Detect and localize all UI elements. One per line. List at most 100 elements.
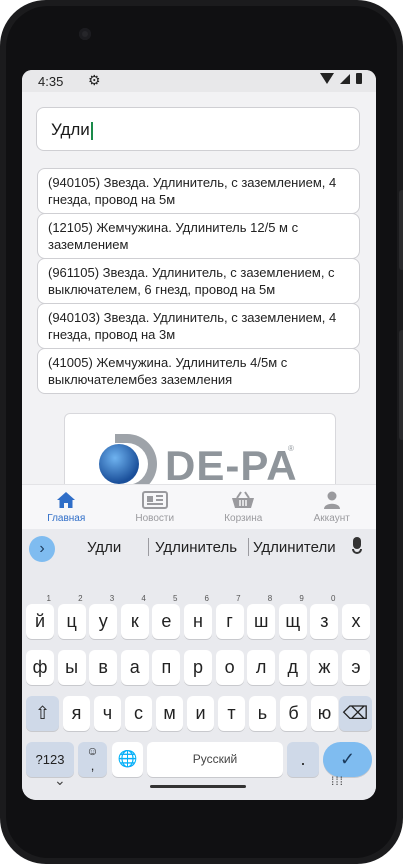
key-label: щ	[285, 611, 301, 631]
key-label: ч	[102, 703, 113, 723]
key-row2-3[interactable]: а	[120, 650, 149, 685]
key-number-hint: 6	[204, 594, 209, 603]
suggestion-item[interactable]: (12105) Жемчужина. Удлинитель 12/5 м с з…	[37, 213, 360, 259]
key-row2-9[interactable]: ж	[310, 650, 339, 685]
nav-home[interactable]: Главная	[22, 485, 111, 529]
key-label: а	[129, 657, 140, 677]
key-label: е	[161, 611, 172, 631]
key-label: с	[134, 703, 143, 723]
home-gesture-bar[interactable]	[150, 785, 246, 788]
globe-icon	[99, 444, 139, 484]
nav-cart[interactable]: Корзина	[199, 485, 288, 529]
battery-icon	[356, 73, 362, 84]
key-row1-1[interactable]: ц2	[57, 594, 86, 639]
keyboard-switch-icon[interactable]: ⁞⁞⁞	[331, 774, 344, 788]
nav-news[interactable]: Новости	[111, 485, 200, 529]
key-row2-1[interactable]: ы	[57, 650, 86, 685]
key-row2-0[interactable]: ф	[26, 650, 54, 685]
keyboard-suggestion-strip: › Удли Удлинитель Удлинители	[22, 529, 376, 567]
keyboard-expand-icon[interactable]: ›	[29, 536, 55, 562]
phone-frame: 4:35 ⚙ Удли (940105) Звезда. Удлинитель,…	[0, 0, 403, 864]
home-icon	[57, 492, 76, 508]
key-row3-2[interactable]: с	[125, 696, 152, 731]
key-number-hint: 4	[141, 594, 146, 603]
key-label: ф	[32, 657, 48, 677]
key-label: з	[320, 611, 329, 631]
key-row1-3[interactable]: к4	[120, 594, 149, 639]
key-label: в	[98, 657, 108, 677]
user-icon	[323, 491, 340, 509]
key-row3-5[interactable]: т	[218, 696, 245, 731]
status-bar: 4:35 ⚙	[22, 70, 376, 92]
brand-logo-text: DE-PA	[165, 442, 298, 489]
key-row3-6[interactable]: ь	[249, 696, 276, 731]
key-row2-6[interactable]: о	[215, 650, 244, 685]
key-label: б	[288, 703, 299, 723]
suggestion-item[interactable]: (961105) Звезда. Удлинитель, с заземлени…	[37, 258, 360, 304]
key-row1-10[interactable]: х	[342, 604, 370, 639]
key-row3-4[interactable]: и	[187, 696, 214, 731]
key-label: о	[224, 657, 235, 677]
microphone-icon[interactable]	[353, 537, 361, 549]
key-row2-5[interactable]: р	[184, 650, 212, 685]
key-row3-8[interactable]: ю	[311, 696, 338, 731]
settings-gear-icon: ⚙	[88, 72, 101, 88]
key-label: я	[71, 703, 82, 723]
key-row3-3[interactable]: м	[156, 696, 183, 731]
key-row3-1[interactable]: ч	[94, 696, 121, 731]
key-label: н	[193, 611, 203, 631]
key-row1-4[interactable]: е5	[152, 594, 181, 639]
suggestion-item[interactable]: (940103) Звезда. Удлинитель, с заземлени…	[37, 303, 360, 349]
key-row1-7[interactable]: ш8	[247, 594, 276, 639]
power-button	[399, 190, 403, 270]
front-camera	[79, 28, 91, 40]
key-row1-9[interactable]: з0	[310, 594, 339, 639]
volume-button	[399, 330, 403, 440]
backspace-key[interactable]: ⌫	[339, 696, 372, 731]
system-navigation-bar: ⌄ ⁞⁞⁞	[22, 766, 376, 800]
suggestion-item[interactable]: (41005) Жемчужина. Удлинитель 4/5м с вык…	[37, 348, 360, 394]
key-row1-0[interactable]: й1	[26, 594, 54, 639]
key-label: д	[287, 657, 299, 677]
key-number-hint: 2	[78, 594, 83, 603]
wifi-icon	[320, 73, 334, 84]
bottom-navigation: Главная Новости Корзина Аккаунт	[22, 484, 376, 529]
shift-key[interactable]: ⇧	[26, 696, 59, 731]
key-row2-10[interactable]: э	[342, 650, 370, 685]
suggestion-item[interactable]: (940105) Звезда. Удлинитель, с заземлени…	[37, 168, 360, 214]
text-caret	[90, 121, 93, 140]
key-label: ь	[257, 703, 268, 723]
key-label: м	[163, 703, 176, 723]
key-row1-6[interactable]: г7	[215, 594, 244, 639]
key-row2-8[interactable]: д	[278, 650, 307, 685]
word-suggestion[interactable]: Удлинитель	[155, 539, 237, 556]
key-label: ы	[65, 657, 79, 677]
key-label: р	[192, 657, 203, 677]
registered-mark: ®	[288, 444, 294, 453]
key-label: п	[161, 657, 172, 677]
search-input[interactable]: Удли	[36, 107, 360, 151]
key-label: ж	[318, 657, 331, 677]
key-label: и	[195, 703, 206, 723]
hide-keyboard-icon[interactable]: ⌄	[54, 772, 66, 789]
key-row3-0[interactable]: я	[63, 696, 90, 731]
nav-account-label: Аккаунт	[313, 513, 350, 524]
key-label: ц	[66, 611, 77, 631]
key-row1-8[interactable]: щ9	[278, 594, 307, 639]
word-suggestion[interactable]: Удлинители	[253, 539, 336, 556]
nav-account[interactable]: Аккаунт	[288, 485, 377, 529]
key-row2-4[interactable]: п	[152, 650, 181, 685]
key-label: у	[98, 611, 108, 631]
key-number-hint: 8	[267, 594, 273, 603]
word-suggestion[interactable]: Удли	[87, 539, 121, 556]
basket-icon	[232, 491, 255, 508]
key-row1-5[interactable]: н6	[184, 594, 212, 639]
key-number-hint: 0	[330, 594, 336, 603]
screen: 4:35 ⚙ Удли (940105) Звезда. Удлинитель,…	[22, 70, 376, 800]
nav-news-label: Новости	[135, 513, 175, 524]
key-label: г	[226, 611, 233, 631]
key-row1-2[interactable]: у3	[89, 594, 118, 639]
key-row2-7[interactable]: л	[247, 650, 276, 685]
key-row3-7[interactable]: б	[280, 696, 307, 731]
key-row2-2[interactable]: в	[89, 650, 118, 685]
